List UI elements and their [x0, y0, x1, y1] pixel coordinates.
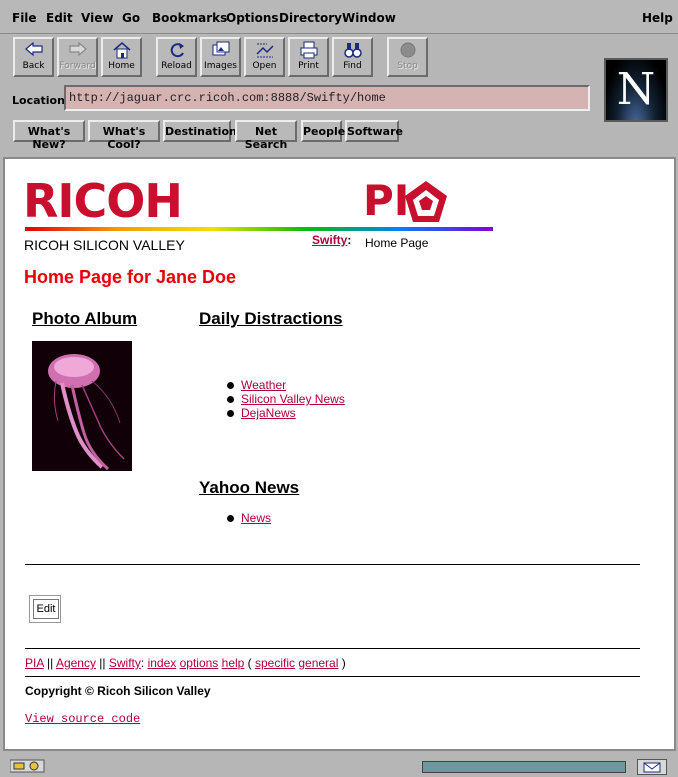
page-content: RICOH PI RICOH SILICON VALLEY Swifty: Ho…	[3, 157, 676, 751]
pia-link[interactable]: PIA	[25, 656, 44, 670]
destinations-button[interactable]: Destinations	[163, 120, 243, 142]
back-arrow-icon	[15, 39, 52, 61]
swifty-page-label: Home Page	[365, 236, 429, 250]
forward-button[interactable]: Forward	[57, 37, 98, 77]
list-item: News	[227, 511, 271, 525]
edit-button[interactable]: Edit	[29, 595, 61, 623]
menu-directory[interactable]: Directory	[279, 11, 342, 25]
menu-bookmarks[interactable]: Bookmarks	[152, 11, 227, 25]
general-link[interactable]: general	[298, 656, 338, 670]
security-key-icon	[10, 759, 45, 773]
forward-arrow-icon	[59, 39, 96, 61]
progress-bar	[422, 761, 626, 773]
footer-links: PIA || Agency || Swifty: index options h…	[25, 656, 346, 670]
edit-label: Edit	[33, 599, 59, 619]
agency-link[interactable]: Agency	[56, 656, 96, 670]
stop-button[interactable]: Stop	[387, 37, 428, 77]
company-line: RICOH SILICON VALLEY	[24, 237, 185, 253]
whats-new-button[interactable]: What's New?	[13, 120, 85, 151]
toolbar: Back Forward Home Reload Images Open Pri…	[0, 34, 678, 154]
open-button[interactable]: Open	[244, 37, 285, 77]
jellyfish-photo[interactable]	[32, 341, 132, 471]
net-search-button[interactable]: Net Search	[235, 120, 297, 151]
page-title: Home Page for Jane Doe	[24, 267, 237, 287]
dejanews-link[interactable]: DejaNews	[241, 406, 296, 420]
images-icon	[202, 39, 239, 61]
silicon-valley-news-link[interactable]: Silicon Valley News	[241, 392, 345, 406]
menu-window[interactable]: Window	[342, 11, 396, 25]
swifty-separator: :	[347, 233, 352, 247]
menu-file[interactable]: File	[12, 11, 37, 25]
netscape-logo: N	[604, 58, 668, 122]
binoculars-icon	[334, 39, 371, 61]
menu-options[interactable]: Options	[226, 11, 279, 25]
print-button[interactable]: Print	[288, 37, 329, 77]
weather-link[interactable]: Weather	[241, 378, 286, 392]
daily-links-list: Weather Silicon Valley News DejaNews	[227, 378, 345, 420]
yahoo-links-list: News	[227, 511, 271, 525]
stop-icon	[389, 39, 426, 61]
list-item: Weather	[227, 378, 345, 392]
whats-cool-button[interactable]: What's Cool?	[88, 120, 160, 151]
menu-help[interactable]: Help	[642, 11, 673, 25]
news-link[interactable]: News	[241, 511, 271, 525]
rainbow-divider	[25, 227, 493, 231]
index-link[interactable]: index	[148, 656, 177, 670]
software-button[interactable]: Software	[345, 120, 403, 142]
back-button[interactable]: Back	[13, 37, 54, 77]
photo-album-heading: Photo Album	[32, 309, 138, 328]
menu-edit[interactable]: Edit	[46, 11, 73, 25]
pentagon-logo-icon	[405, 181, 447, 222]
specific-link[interactable]: specific	[255, 656, 295, 670]
divider	[25, 648, 640, 649]
menu-view[interactable]: View	[81, 11, 113, 25]
home-button[interactable]: Home	[101, 37, 142, 77]
help-link[interactable]: help	[222, 656, 245, 670]
menu-bar: File Edit View Go Bookmarks Options Dire…	[0, 0, 678, 34]
reload-icon	[158, 39, 195, 61]
yahoo-news-heading: Yahoo News	[199, 478, 300, 497]
options-link[interactable]: options	[180, 656, 219, 670]
home-icon	[103, 39, 140, 61]
open-icon	[246, 39, 283, 61]
swifty-link[interactable]: Swifty	[312, 233, 347, 247]
printer-icon	[290, 39, 327, 61]
people-button[interactable]: People	[301, 120, 345, 142]
mail-icon[interactable]	[637, 759, 667, 775]
location-label: Location:	[12, 94, 70, 107]
copyright: Copyright © Ricoh Silicon Valley	[25, 684, 211, 698]
location-input[interactable]: http://jaguar.crc.ricoh.com:8888/Swifty/…	[64, 85, 590, 111]
list-item: Silicon Valley News	[227, 392, 345, 406]
divider	[25, 564, 640, 565]
menu-go[interactable]: Go	[122, 11, 140, 25]
reload-button[interactable]: Reload	[156, 37, 197, 77]
images-button[interactable]: Images	[200, 37, 241, 77]
status-bar	[0, 753, 678, 777]
swifty-footer-link[interactable]: Swifty	[109, 656, 141, 670]
list-item: DejaNews	[227, 406, 345, 420]
view-source-link[interactable]: View source code	[25, 712, 140, 726]
ricoh-logo: RICOH	[23, 174, 183, 228]
daily-distractions-heading: Daily Distractions	[199, 309, 343, 328]
find-button[interactable]: Find	[332, 37, 373, 77]
divider	[25, 676, 640, 677]
